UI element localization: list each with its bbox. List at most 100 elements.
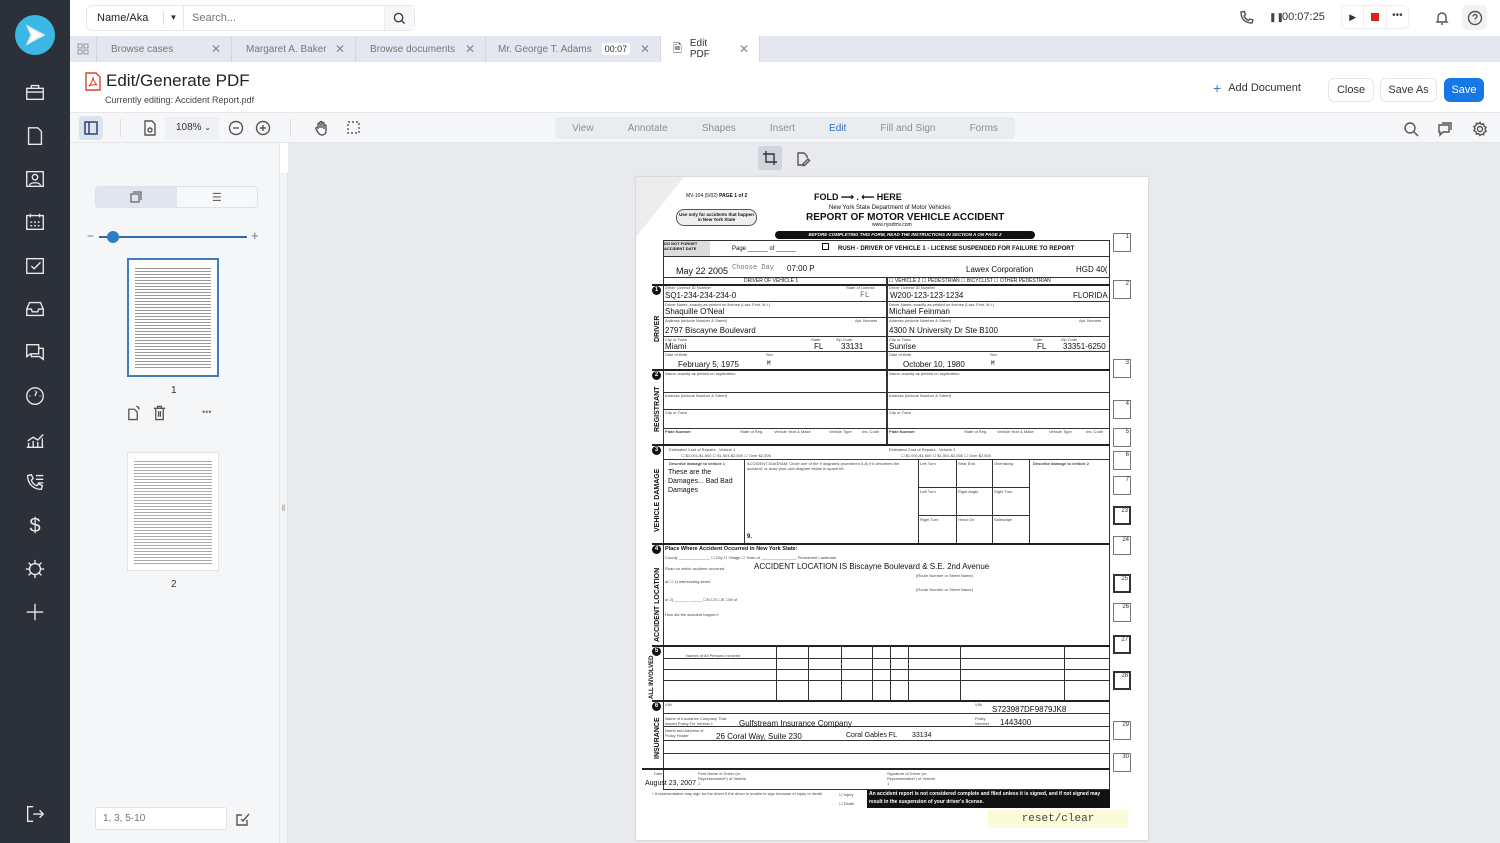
driver2-zip-field[interactable]: 33351-6250 [1063, 342, 1106, 351]
mode-tab-insert[interactable]: Insert [770, 123, 795, 134]
delete-page-icon[interactable] [152, 405, 167, 420]
contact-icon[interactable] [23, 167, 47, 191]
driver1-zip-field[interactable]: 33131 [841, 342, 863, 351]
add-document-button[interactable]: + Add Document [1213, 81, 1301, 95]
driver1-address-field[interactable]: 2797 Biscayne Boulevard [665, 326, 756, 335]
mode-tab-forms[interactable]: Forms [970, 123, 998, 134]
phone-icon[interactable] [1238, 10, 1254, 26]
edit-page-icon[interactable] [794, 150, 811, 167]
analytics-chart-icon[interactable] [23, 428, 47, 452]
driver2-dob-field[interactable]: October 10, 1980 [903, 360, 965, 369]
side-box[interactable]: 3 [1113, 359, 1131, 378]
inbox-icon[interactable] [23, 297, 47, 321]
driver1-city-field[interactable]: Miami [665, 342, 686, 351]
page-range-input[interactable] [95, 807, 227, 830]
settings-gear-icon[interactable] [23, 557, 47, 581]
driver2-address-field[interactable]: 4300 N University Dr Ste B100 [889, 326, 998, 335]
diagram-cell-2[interactable]: Overtaking [994, 461, 1013, 466]
play-button[interactable]: ▶ [1342, 6, 1365, 28]
side-box[interactable]: 26 [1113, 603, 1131, 622]
driver1-state-abbr[interactable]: FL [814, 342, 823, 351]
driver2-sex-field[interactable]: M [991, 360, 995, 367]
side-box[interactable]: 24 [1113, 536, 1131, 555]
rush-checkbox[interactable] [822, 243, 829, 250]
driver1-sex-field[interactable]: M [767, 360, 771, 367]
stop-button[interactable] [1364, 6, 1387, 28]
pan-hand-icon[interactable] [312, 119, 329, 136]
diagram-cell-4[interactable]: Right Angle [958, 489, 978, 494]
slider-handle[interactable] [107, 231, 119, 243]
page-thumbnail-2[interactable] [127, 452, 219, 571]
search-filter-select[interactable]: Name/Aka [87, 12, 163, 24]
tasks-icon[interactable] [23, 254, 47, 278]
mode-tab-edit[interactable]: Edit [829, 123, 846, 134]
holder-zip-field[interactable]: 33134 [912, 732, 931, 739]
tab-browse-cases[interactable]: Browse cases ✕ [97, 36, 232, 62]
holder-address-field[interactable]: 26 Coral Way, Suite 230 [716, 732, 802, 741]
crop-icon[interactable] [758, 146, 782, 170]
side-box[interactable]: 30 [1113, 753, 1131, 772]
driver1-state-field[interactable]: FL [860, 291, 870, 300]
time-field[interactable]: 07:00 P [787, 264, 815, 273]
side-box[interactable]: 6 [1113, 451, 1131, 470]
death-checkbox[interactable]: ☐ Death [839, 801, 854, 806]
help-icon[interactable] [1462, 5, 1487, 30]
driver2-state-abbr[interactable]: FL [1037, 342, 1046, 351]
driver1-name-field[interactable]: Shaquille O'Neal [665, 307, 724, 316]
side-box[interactable]: 25 [1113, 574, 1131, 593]
settings-gear-icon[interactable] [1471, 120, 1488, 137]
driver1-license-field[interactable]: SQ1-234-234-234-0 [665, 291, 736, 300]
mode-tab-fill-and-sign[interactable]: Fill and Sign [880, 123, 935, 134]
side-box[interactable]: 1 [1113, 233, 1131, 252]
sign-date-field[interactable]: August 23, 2007 [645, 780, 696, 787]
injury-checkbox[interactable]: ☐ Injury [839, 792, 853, 797]
outline-view-button[interactable]: ☰ [177, 187, 258, 207]
tab-browse-documents[interactable]: Browse documents ✕ [356, 36, 486, 62]
thumb-size-slider[interactable] [99, 236, 247, 238]
diagram-cell-8[interactable]: Sideswipe [994, 517, 1012, 522]
search-input[interactable] [183, 6, 384, 30]
search-button[interactable] [384, 6, 414, 30]
dashboard-gauge-icon[interactable] [23, 384, 47, 408]
marquee-select-icon[interactable] [346, 120, 362, 136]
tab-george-adams[interactable]: Mr. George T. Adams 00:07 ✕ [486, 36, 661, 62]
tab-margaret-baker[interactable]: Margaret A. Baker ✕ [232, 36, 356, 62]
insurance-company-field[interactable]: Gulfstream Insurance Company [739, 719, 852, 728]
road-field[interactable]: ACCIDENT LOCATION IS Biscayne Boulevard … [754, 562, 989, 571]
more-options-button[interactable]: ••• [1387, 6, 1408, 28]
driver2-city-field[interactable]: Sunrise [889, 342, 916, 351]
side-box[interactable]: 28 [1113, 671, 1131, 690]
zoom-out-icon[interactable] [228, 120, 244, 136]
apply-selection-icon[interactable] [234, 810, 251, 827]
side-box[interactable]: 5 [1113, 428, 1131, 447]
side-box[interactable]: 29 [1113, 721, 1131, 740]
page-settings-icon[interactable] [142, 120, 158, 136]
driver2-state-field[interactable]: FLORIDA [1073, 291, 1108, 300]
close-icon[interactable]: ✕ [640, 42, 650, 56]
document-icon[interactable] [23, 124, 47, 148]
chevron-down-icon[interactable]: ▼ [163, 11, 183, 25]
notifications-bell-icon[interactable] [1434, 9, 1450, 27]
mode-tab-shapes[interactable]: Shapes [702, 123, 736, 134]
save-button[interactable]: Save [1444, 78, 1484, 102]
vin-field[interactable]: S723987DF9879JK8 [992, 705, 1066, 714]
diagram-cell-6[interactable]: Right Turn [920, 517, 938, 522]
rotate-page-icon[interactable] [126, 405, 141, 420]
accident-number-field[interactable]: HGD 40( [1076, 265, 1108, 274]
billing-dollar-icon[interactable]: $ [23, 514, 47, 538]
side-box[interactable]: 4 [1113, 400, 1131, 419]
driver1-dob-field[interactable]: February 5, 1975 [678, 360, 739, 369]
app-logo-button[interactable] [15, 15, 55, 55]
mode-tab-view[interactable]: View [572, 123, 594, 134]
close-icon[interactable]: ✕ [211, 42, 221, 56]
side-box[interactable]: 23 [1113, 506, 1131, 525]
diagram-cell-5[interactable]: Right Turn [994, 489, 1012, 494]
side-box[interactable]: 7 [1113, 476, 1131, 495]
tab-edit-pdf[interactable]: 🗎 Edit PDF ✕ [661, 36, 760, 62]
mode-tab-annotate[interactable]: Annotate [628, 123, 668, 134]
briefcase-icon[interactable] [23, 80, 47, 104]
diagram-cell-1[interactable]: Rear End [958, 461, 975, 466]
cost-options-1[interactable]: ☐ $1,001-$1,500 ☐ $1,501-$2,500 ☐ Over $… [681, 453, 771, 458]
holder-city-field[interactable]: Coral Gables FL [846, 732, 897, 739]
search-icon[interactable] [1402, 120, 1419, 137]
